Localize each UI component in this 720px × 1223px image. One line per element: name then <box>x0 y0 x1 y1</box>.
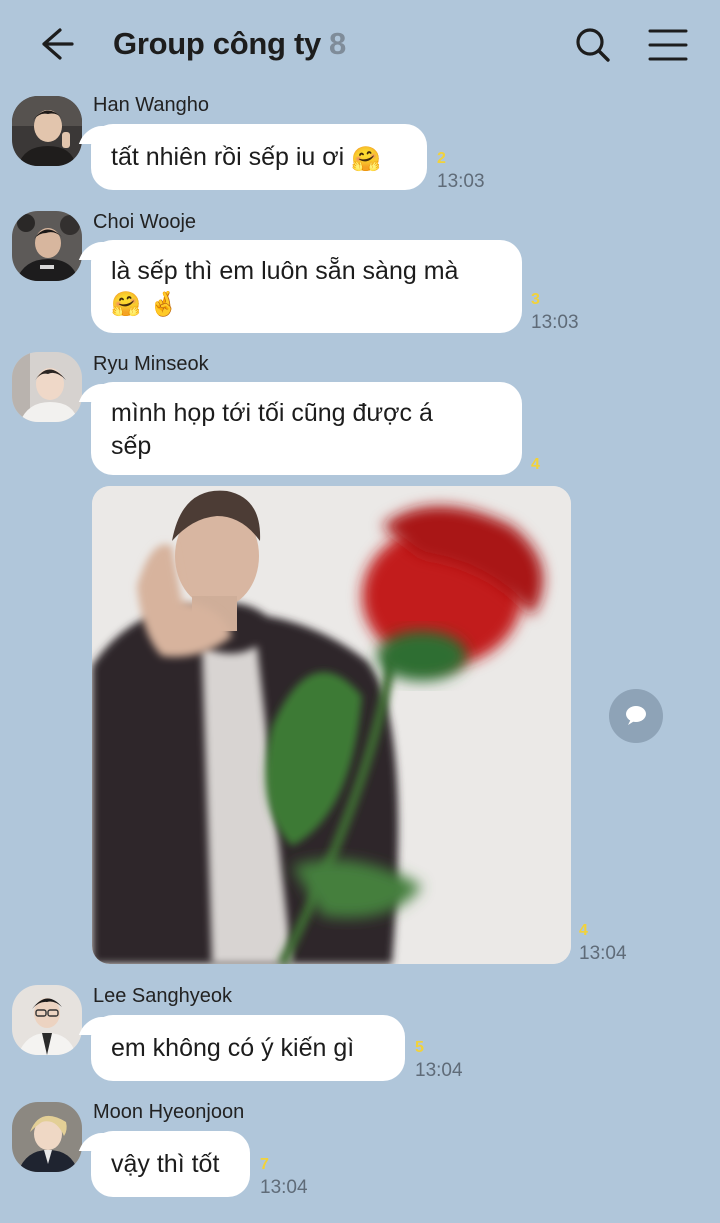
emoji-hugging-icon: 🤗 <box>351 145 382 173</box>
chat-title: Group công ty 8 <box>113 26 346 62</box>
unread-count: 4 <box>579 922 588 939</box>
message-text-line: sếp <box>111 432 152 460</box>
reply-button[interactable] <box>609 689 663 743</box>
avatar-ryu-minseok[interactable] <box>12 352 82 422</box>
unread-count: 5 <box>415 1039 424 1056</box>
unread-count: 7 <box>260 1156 269 1173</box>
menu-button[interactable] <box>644 24 692 66</box>
message-bubble[interactable]: vậy thì tốt <box>91 1131 250 1197</box>
message-bubble[interactable]: tất nhiên rồi sếp iu ơi 🤗 <box>91 124 427 190</box>
message-text: tất nhiên rồi sếp iu ơi <box>111 143 345 171</box>
sender-name: Lee Sanghyeok <box>93 985 233 1007</box>
search-icon <box>576 28 610 62</box>
avatar-photo-icon <box>12 352 82 422</box>
group-name: Group công ty <box>113 26 321 61</box>
member-count: 8 <box>328 26 346 61</box>
sender-name: Choi Wooje <box>93 211 197 233</box>
avatar-lee-sanghyeok[interactable] <box>12 985 82 1055</box>
message-time: 13:03 <box>531 312 579 333</box>
message-text: em không có ý kiến gì <box>111 1034 355 1062</box>
message-time: 13:04 <box>260 1177 308 1198</box>
message-bubble[interactable]: là sếp thì em luôn sẵn sàng mà 🤗 🤞 <box>91 240 522 333</box>
avatar-photo-icon <box>12 1102 82 1172</box>
sender-name: Moon Hyeonjoon <box>93 1101 245 1123</box>
sender-name: Ryu Minseok <box>93 353 209 375</box>
message-time: 13:04 <box>579 943 627 964</box>
message-bubble[interactable]: mình họp tới tối cũng được á sếp <box>91 382 522 475</box>
message-time: 13:03 <box>437 171 485 192</box>
message-bubble[interactable]: em không có ý kiến gì <box>91 1015 405 1081</box>
avatar-photo-icon <box>12 96 82 166</box>
search-button[interactable] <box>570 22 616 68</box>
photo-message[interactable] <box>92 486 571 964</box>
hamburger-menu-icon <box>648 29 688 61</box>
chat-bubble-icon <box>626 706 646 725</box>
avatar-han-wangho[interactable] <box>12 96 82 166</box>
sender-name: Han Wangho <box>93 94 209 116</box>
avatar-moon-hyeonjoon[interactable] <box>12 1102 82 1172</box>
chat-header: Group công ty 8 <box>0 0 720 90</box>
avatar-choi-wooje[interactable] <box>12 211 82 281</box>
emoji-hug-crossed-fingers-icon: 🤗 🤞 <box>111 290 179 318</box>
avatar-photo-icon <box>12 211 82 281</box>
message-text: vậy thì tốt <box>111 1150 220 1178</box>
avatar-photo-icon <box>12 985 82 1055</box>
unread-count: 3 <box>531 291 540 308</box>
arrow-left-icon <box>42 28 74 60</box>
photo-man-holding-rose <box>92 486 571 964</box>
message-text-line: mình họp tới tối cũng được á <box>111 399 433 427</box>
message-text: là sếp thì em luôn sẵn sàng mà <box>111 257 459 285</box>
back-button[interactable] <box>32 22 80 66</box>
unread-count: 4 <box>531 456 540 473</box>
unread-count: 2 <box>437 150 446 167</box>
message-time: 13:04 <box>415 1060 463 1081</box>
